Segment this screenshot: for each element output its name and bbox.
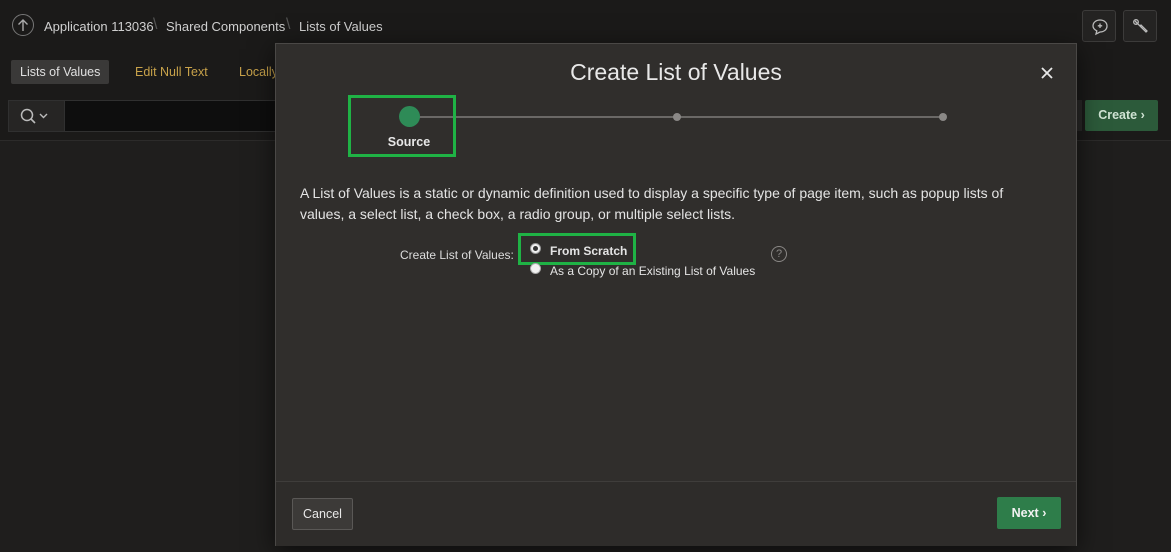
step-highlight-box	[348, 95, 456, 157]
developer-tools-button[interactable]	[1123, 10, 1157, 42]
tab-lists-of-values[interactable]: Lists of Values	[11, 60, 110, 84]
help-icon[interactable]: ?	[771, 246, 787, 262]
arrow-up-icon	[18, 19, 28, 31]
breadcrumb-separator: \	[153, 16, 158, 33]
wizard-step-3-marker	[939, 113, 947, 121]
dialog-footer: Cancel Next ›	[276, 481, 1076, 546]
search-column-selector[interactable]	[9, 101, 65, 131]
chevron-right-icon: ›	[1042, 506, 1047, 520]
breadcrumb-separator: \	[286, 16, 291, 33]
breadcrumb-item-lists-of-values: Lists of Values	[299, 19, 383, 34]
tab-edit-null-text[interactable]: Edit Null Text	[126, 60, 217, 84]
feedback-button[interactable]	[1082, 10, 1116, 42]
dialog-title: Create List of Values	[570, 59, 782, 85]
close-button[interactable]	[1038, 64, 1056, 82]
cancel-button[interactable]: Cancel	[292, 498, 353, 530]
create-lov-field-label: Create List of Values:	[400, 248, 514, 262]
breadcrumb-item-shared-components[interactable]: Shared Components	[166, 19, 285, 34]
wizard-step-2-marker	[673, 113, 681, 121]
radio-copy-existing[interactable]	[530, 263, 541, 274]
next-button[interactable]: Next ›	[997, 497, 1061, 529]
chevron-right-icon: ›	[1140, 108, 1145, 122]
option-copy-existing-label[interactable]: As a Copy of an Existing List of Values	[550, 264, 755, 278]
create-lov-dialog: Create List of Values Source A List of V…	[275, 43, 1077, 546]
search-input[interactable]	[8, 100, 278, 132]
create-button-label: Create	[1098, 108, 1138, 122]
chat-bubble-icon	[1092, 19, 1108, 36]
wrench-icon	[1133, 19, 1148, 33]
create-button[interactable]: Create ›	[1085, 100, 1158, 131]
next-button-label: Next	[1011, 506, 1039, 520]
close-icon	[1041, 67, 1053, 79]
breadcrumb-item-application[interactable]: Application 113036	[44, 19, 154, 34]
search-icon	[20, 108, 48, 124]
navigate-up-button[interactable]	[12, 14, 34, 36]
option-highlight-box	[518, 233, 636, 265]
dialog-description: A List of Values is a static or dynamic …	[300, 185, 1004, 222]
